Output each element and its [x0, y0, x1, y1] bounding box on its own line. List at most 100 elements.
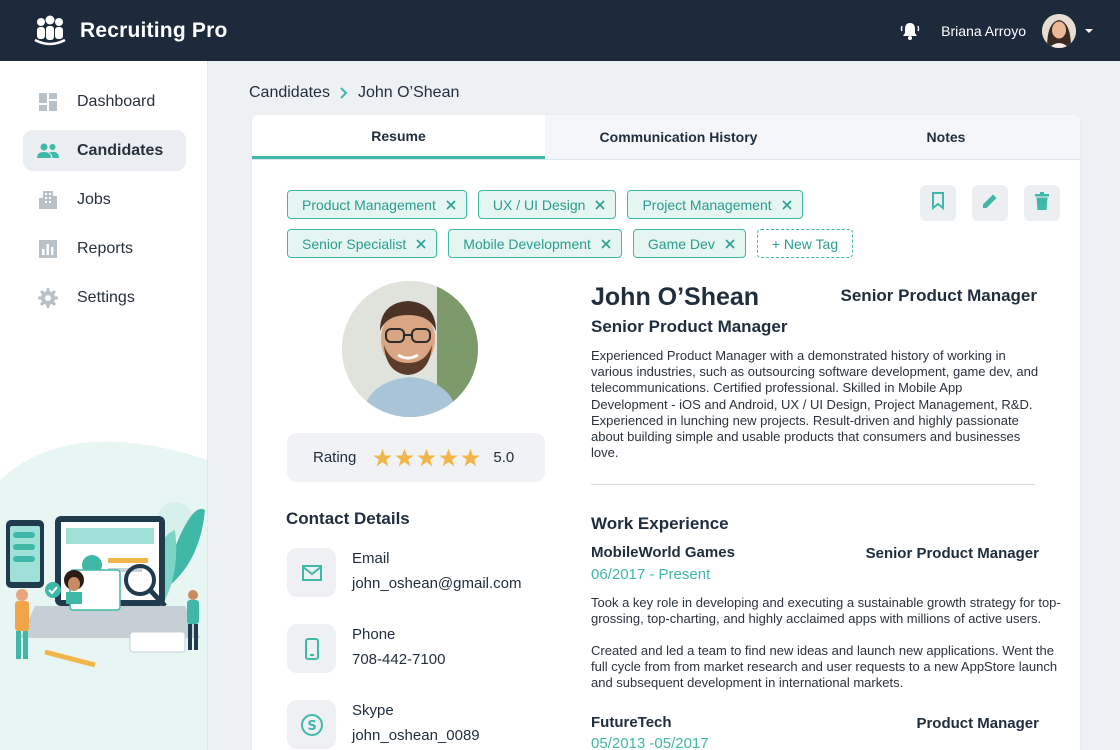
tag-label: Product Management	[302, 196, 436, 213]
action-buttons	[920, 185, 1060, 221]
sidebar-item-label: Dashboard	[77, 92, 156, 110]
tag-label: Game Dev	[647, 235, 715, 252]
contact-label: Email	[352, 550, 390, 567]
pencil-icon	[981, 192, 999, 215]
sidebar-item-dashboard[interactable]: Dashboard	[23, 81, 186, 122]
tag[interactable]: Project Management	[627, 190, 803, 219]
tag-label: Senior Specialist	[302, 235, 407, 252]
building-icon	[37, 189, 59, 211]
app-header: Recruiting Pro Briana Arroyo	[0, 0, 1120, 61]
bell-icon[interactable]	[899, 20, 921, 42]
app-title: Recruiting Pro	[80, 18, 228, 42]
brand[interactable]: Recruiting Pro	[32, 13, 227, 49]
sidebar: Dashboard Candidates Jobs Reports Settin…	[0, 61, 208, 750]
tab-bar: Resume Communication History Notes	[252, 115, 1080, 160]
breadcrumb-candidates-link[interactable]: Candidates	[249, 84, 330, 102]
user-name[interactable]: Briana Arroyo	[941, 23, 1026, 39]
rating-value: 5.0	[493, 449, 515, 466]
candidate-card: Resume Communication History Notes Produ…	[252, 115, 1080, 750]
contact-email: Email john_oshean@gmail.com	[287, 548, 522, 597]
contact-phone: Phone 708-442-7100	[287, 624, 445, 673]
delete-button[interactable]	[1024, 185, 1060, 221]
job-role: Senior Product Manager	[865, 545, 1039, 562]
gear-icon	[37, 287, 59, 309]
tag-label: Mobile Development	[463, 235, 591, 252]
contact-label: Phone	[352, 626, 396, 643]
job-description: Created and led a team to find new ideas…	[591, 643, 1058, 690]
avatar[interactable]	[1042, 13, 1076, 48]
candidate-summary: Experienced Product Manager with a demon…	[591, 348, 1039, 461]
sidebar-nav: Dashboard Candidates Jobs Reports Settin…	[0, 61, 207, 318]
edit-button[interactable]	[972, 185, 1008, 221]
close-icon[interactable]	[601, 238, 611, 249]
tag[interactable]: Mobile Development	[448, 229, 622, 258]
bar-chart-icon	[37, 238, 59, 260]
sidebar-item-settings[interactable]: Settings	[23, 277, 186, 318]
contact-details-title: Contact Details	[286, 509, 410, 528]
job-dates: 05/2013 -05/2017	[591, 735, 709, 750]
dashboard-icon	[37, 91, 59, 113]
sidebar-item-label: Jobs	[77, 190, 111, 208]
tag-label: Project Management	[642, 196, 772, 213]
sidebar-item-label: Reports	[77, 239, 134, 257]
sidebar-item-label: Settings	[77, 288, 135, 306]
sidebar-item-label: Candidates	[77, 141, 164, 159]
tag-list: Product Management UX / UI Design Projec…	[287, 190, 877, 258]
mail-icon	[287, 548, 336, 597]
chevron-down-icon[interactable]	[1082, 24, 1096, 38]
breadcrumb: Candidates John O’Shean	[249, 84, 459, 102]
sidebar-item-candidates[interactable]: Candidates	[23, 130, 186, 171]
star-icon	[439, 448, 459, 466]
contact-label: Skype	[352, 702, 394, 719]
recruiting-illustration	[0, 420, 207, 750]
job-company: MobileWorld Games	[591, 544, 735, 561]
tab-notes[interactable]: Notes	[812, 115, 1080, 159]
star-icon	[395, 448, 415, 466]
job-dates: 06/2017 - Present	[591, 566, 711, 583]
tag-label: UX / UI Design	[492, 196, 586, 213]
tag[interactable]: Game Dev	[632, 229, 746, 258]
bookmark-button[interactable]	[920, 185, 956, 221]
job-role: Product Manager	[916, 715, 1039, 732]
sidebar-item-jobs[interactable]: Jobs	[23, 179, 186, 220]
rating-label: Rating	[313, 449, 357, 466]
tab-communication-history[interactable]: Communication History	[545, 115, 812, 159]
close-icon[interactable]	[725, 238, 735, 249]
new-tag-button[interactable]: + New Tag	[756, 229, 854, 258]
skype-link[interactable]: john_oshean_0089	[352, 727, 480, 744]
email-link[interactable]: john_oshean@gmail.com	[352, 575, 522, 592]
svg-text:S: S	[307, 719, 316, 734]
candidate-name: John O’Shean	[591, 283, 760, 311]
breadcrumb-current: John O’Shean	[357, 84, 460, 101]
job-company: FutureTech	[591, 714, 672, 731]
close-icon[interactable]	[595, 199, 606, 210]
trash-icon	[1035, 191, 1049, 215]
close-icon[interactable]	[782, 199, 792, 210]
candidate-photo	[342, 281, 478, 417]
sidebar-item-reports[interactable]: Reports	[23, 228, 186, 269]
close-icon[interactable]	[416, 238, 426, 249]
candidate-position-heading: Senior Product Manager	[840, 286, 1037, 305]
contact-skype: S Skype john_oshean_0089	[287, 700, 480, 749]
user-area: Briana Arroyo	[899, 13, 1096, 48]
tab-resume[interactable]: Resume	[252, 115, 545, 159]
rating-box: Rating 5.0	[287, 433, 545, 482]
bookmark-icon	[931, 191, 945, 215]
star-icon	[373, 448, 393, 466]
work-experience-title: Work Experience	[591, 514, 729, 533]
tag[interactable]: Senior Specialist	[287, 229, 438, 258]
tag[interactable]: Product Management	[287, 190, 467, 219]
team-logo-icon	[32, 13, 68, 49]
skype-icon: S	[287, 700, 336, 749]
job-description: Took a key role in developing and execut…	[591, 595, 1061, 626]
star-icon	[417, 448, 437, 466]
divider	[591, 484, 1035, 485]
people-icon	[37, 140, 59, 162]
rating-stars	[372, 448, 481, 468]
tag[interactable]: UX / UI Design	[477, 190, 617, 219]
phone-icon	[287, 624, 336, 673]
star-icon	[461, 448, 481, 466]
phone-link[interactable]: 708-442-7100	[352, 651, 445, 668]
candidate-position: Senior Product Manager	[591, 317, 788, 336]
close-icon[interactable]	[446, 199, 456, 210]
